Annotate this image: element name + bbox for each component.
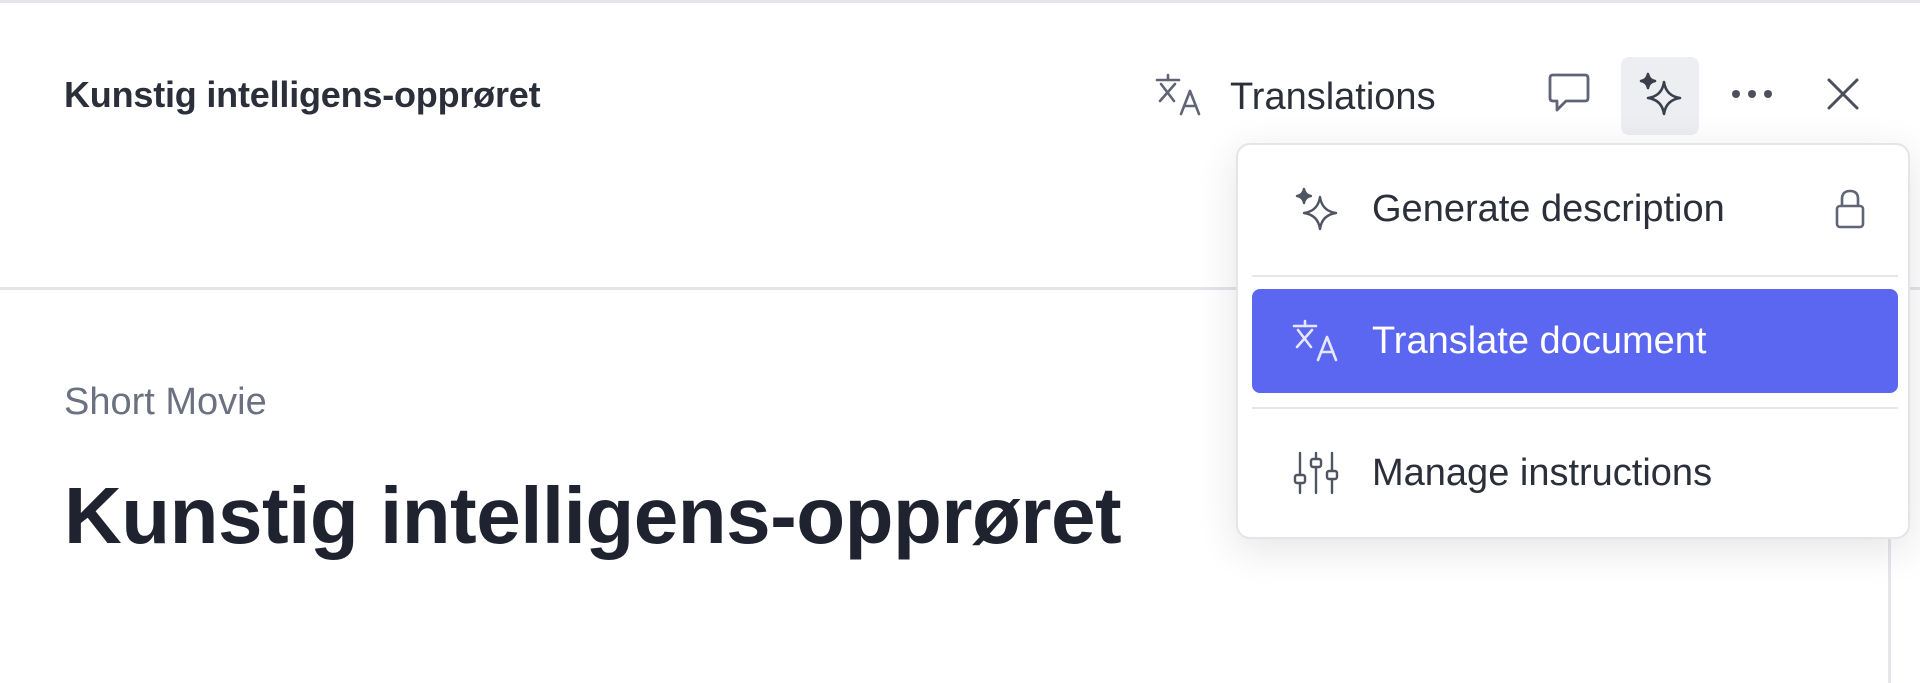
ai-actions-menu: Generate description Translate document [1236, 143, 1910, 539]
more-options-button[interactable] [1713, 57, 1791, 135]
close-icon [1825, 76, 1861, 117]
menu-divider [1252, 407, 1898, 409]
header-title: Kunstig intelligens-opprøret [64, 74, 541, 115]
sparkles-icon [1290, 183, 1342, 235]
translations-label: Translations [1230, 75, 1436, 118]
ai-assistant-button[interactable] [1621, 57, 1699, 135]
menu-item-manage-instructions[interactable]: Manage instructions [1252, 421, 1898, 525]
translate-icon [1290, 315, 1342, 367]
menu-item-label: Generate description [1372, 187, 1725, 230]
lock-icon [1830, 185, 1870, 233]
translate-icon [1154, 71, 1204, 124]
comment-icon [1546, 72, 1592, 121]
menu-item-translate-document[interactable]: Translate document [1252, 289, 1898, 393]
menu-item-label: Translate document [1372, 319, 1707, 362]
translations-button[interactable]: Translations [1154, 65, 1436, 129]
close-button[interactable] [1804, 57, 1882, 135]
sparkles-icon [1636, 70, 1684, 123]
menu-divider [1252, 275, 1898, 277]
comments-button[interactable] [1530, 57, 1608, 135]
more-horizontal-icon [1730, 87, 1774, 105]
document-title: Kunstig intelligens-opprøret [64, 471, 1122, 560]
document-type: Short Movie [64, 381, 267, 423]
menu-item-label: Manage instructions [1372, 451, 1713, 494]
menu-item-generate-description[interactable]: Generate description [1252, 157, 1898, 261]
sliders-icon [1290, 447, 1342, 499]
